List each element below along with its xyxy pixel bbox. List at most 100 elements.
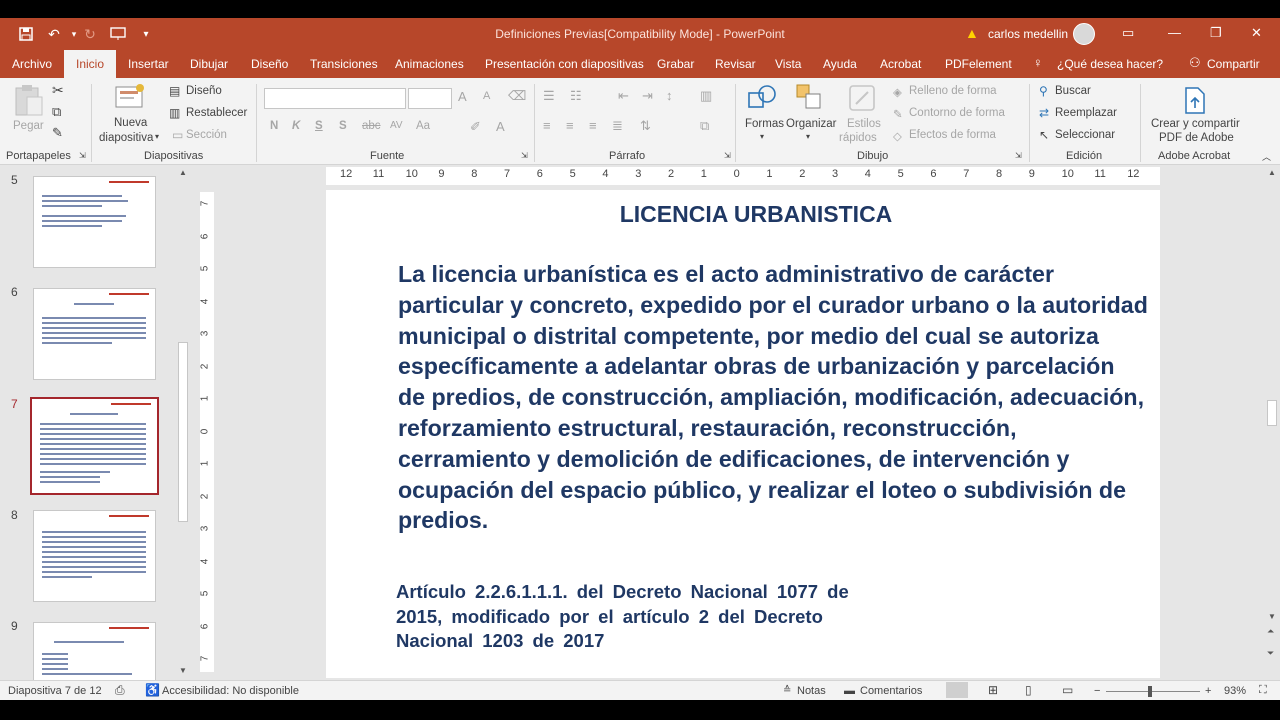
slide-reference-text[interactable]: Artículo 2.2.6.1.1.1. del Decreto Nacion… (396, 580, 866, 654)
tab-transiciones[interactable]: Transiciones (310, 57, 378, 71)
format-painter-icon[interactable]: ✎ (52, 125, 63, 141)
tab-vista[interactable]: Vista (775, 57, 801, 71)
font-color-button[interactable]: A (496, 119, 505, 134)
close-icon[interactable]: ✕ (1251, 25, 1262, 41)
section-button[interactable]: Sección (186, 129, 227, 141)
copy-icon[interactable]: ⧉ (52, 104, 61, 120)
shape-fill-button[interactable]: Relleno de forma (909, 85, 997, 97)
strikethrough-button[interactable]: abc (362, 120, 381, 132)
fuente-launcher-icon[interactable]: ⇲ (521, 151, 528, 160)
zoom-out-icon[interactable]: − (1094, 685, 1100, 697)
slide-thumbnail-8[interactable] (33, 510, 156, 602)
comments-icon[interactable]: ▬ (844, 685, 855, 697)
underline-button[interactable]: S (315, 120, 323, 132)
scroll-thumb[interactable] (178, 342, 188, 522)
slide-title[interactable]: LICENCIA URBANISTICA (326, 201, 1186, 228)
scroll-up-icon[interactable]: ▲ (1268, 168, 1276, 177)
shadow-button[interactable]: S (339, 120, 347, 132)
ribbon-display-icon[interactable]: ▭ (1122, 25, 1134, 41)
tab-inicio[interactable]: Inicio (64, 50, 116, 78)
accessibility-icon[interactable]: ♿ (145, 683, 160, 697)
smartart-icon[interactable]: ⧉ (700, 118, 709, 134)
text-direction-icon[interactable]: ⇅ (640, 118, 651, 134)
collapse-ribbon-icon[interactable]: ︿ (1262, 150, 1271, 163)
replace-icon[interactable]: ⇄ (1039, 106, 1049, 120)
portapapeles-launcher-icon[interactable]: ⇲ (79, 151, 86, 160)
align-right-icon[interactable]: ≡ (589, 118, 597, 133)
bold-button[interactable]: N (270, 120, 278, 132)
italic-button[interactable]: K (292, 120, 300, 132)
layout-button[interactable]: Diseño (186, 85, 222, 97)
tab-insertar[interactable]: Insertar (128, 57, 169, 71)
share-button[interactable]: Compartir (1207, 57, 1260, 71)
line-spacing-icon[interactable]: ↕ (666, 88, 673, 103)
lightbulb-icon[interactable]: ♀ (1033, 55, 1043, 70)
tab-animaciones[interactable]: Animaciones (395, 57, 464, 71)
slideshow-icon[interactable]: ▭ (1062, 683, 1073, 697)
comments-button[interactable]: Comentarios (860, 685, 922, 697)
slide-thumbnail-6[interactable] (33, 288, 156, 380)
shape-outline-button[interactable]: Contorno de forma (909, 107, 1005, 119)
reset-icon[interactable]: ▥ (169, 106, 180, 120)
reading-view-icon[interactable]: ▯ (1025, 683, 1032, 697)
next-slide-icon[interactable]: ⏷ (1267, 648, 1274, 659)
tab-diseno[interactable]: Diseño (251, 57, 288, 71)
slide-scrollbar[interactable]: ▲ ▼ ⏶ ⏷ (1264, 168, 1280, 678)
search-icon[interactable]: ⚲ (1039, 84, 1048, 98)
shape-outline-icon[interactable]: ✎ (893, 107, 903, 121)
avatar[interactable] (1073, 23, 1095, 45)
font-size-dropdown[interactable] (408, 88, 452, 109)
tab-dibujar[interactable]: Dibujar (190, 57, 228, 71)
dibujo-launcher-icon[interactable]: ⇲ (1015, 151, 1022, 160)
change-case-button[interactable]: Aa (416, 120, 430, 132)
zoom-slider[interactable] (1106, 691, 1200, 692)
slide-body-text[interactable]: La licencia urbanística es el acto admin… (398, 259, 1148, 536)
warning-icon[interactable]: ▲ (965, 25, 979, 41)
scroll-thumb[interactable] (1267, 400, 1277, 426)
tab-grabar[interactable]: Grabar (657, 57, 694, 71)
scroll-down-icon[interactable]: ▼ (179, 666, 187, 675)
slide-thumbnail-5[interactable] (33, 176, 156, 268)
slide-counter[interactable]: Diapositiva 7 de 12 (8, 685, 102, 697)
notes-icon[interactable]: ≙ (783, 685, 791, 696)
reset-button[interactable]: Restablecer (186, 107, 247, 119)
fit-to-window-icon[interactable]: ⛶ (1259, 684, 1267, 697)
accessibility-status[interactable]: Accesibilidad: No disponible (162, 685, 299, 697)
select-button[interactable]: Seleccionar (1055, 129, 1115, 141)
slide-thumbnail-7[interactable] (30, 397, 159, 495)
font-name-dropdown[interactable] (264, 88, 406, 109)
shape-fill-icon[interactable]: ◈ (893, 85, 902, 99)
previous-slide-icon[interactable]: ⏶ (1267, 626, 1274, 637)
shape-effects-button[interactable]: Efectos de forma (909, 129, 996, 141)
tab-ayuda[interactable]: Ayuda (823, 57, 857, 71)
normal-view-icon[interactable] (946, 682, 968, 698)
scroll-down-icon[interactable]: ▼ (1268, 612, 1276, 621)
slide-sorter-icon[interactable]: ⊞ (988, 683, 998, 697)
numbering-icon[interactable]: ☷ (570, 88, 582, 104)
find-button[interactable]: Buscar (1055, 85, 1091, 97)
tell-me-search[interactable]: ¿Qué desea hacer? (1057, 57, 1163, 71)
clear-format-icon[interactable]: ⌫ (508, 88, 526, 104)
scroll-up-icon[interactable]: ▲ (179, 168, 187, 177)
align-left-icon[interactable]: ≡ (543, 118, 551, 133)
highlight-icon[interactable]: ✐ (470, 119, 481, 135)
slide-canvas[interactable]: LICENCIA URBANISTICA La licencia urbanís… (326, 190, 1160, 678)
share-person-icon[interactable]: ⚇ (1189, 55, 1201, 71)
decrease-font-icon[interactable]: A (483, 90, 490, 102)
section-icon[interactable]: ▭ (172, 128, 183, 142)
decrease-indent-icon[interactable]: ⇤ (618, 88, 629, 104)
zoom-in-icon[interactable]: + (1205, 685, 1211, 697)
shape-effects-icon[interactable]: ◇ (893, 129, 902, 143)
zoom-level[interactable]: 93% (1224, 685, 1246, 697)
cut-icon[interactable]: ✂ (52, 82, 64, 99)
spellcheck-icon[interactable]: ⎙ (115, 683, 125, 698)
bullets-icon[interactable]: ☰ (543, 88, 555, 104)
align-center-icon[interactable]: ≡ (566, 118, 574, 133)
select-cursor-icon[interactable]: ↖ (1039, 128, 1049, 142)
increase-font-icon[interactable]: A (458, 89, 467, 104)
tab-archivo[interactable]: Archivo (12, 57, 52, 71)
tab-pdfelement[interactable]: PDFelement (945, 57, 1012, 71)
zoom-slider-knob[interactable] (1148, 686, 1152, 697)
replace-button[interactable]: Reemplazar (1055, 107, 1117, 119)
slide-thumbnail-9[interactable] (33, 622, 156, 682)
